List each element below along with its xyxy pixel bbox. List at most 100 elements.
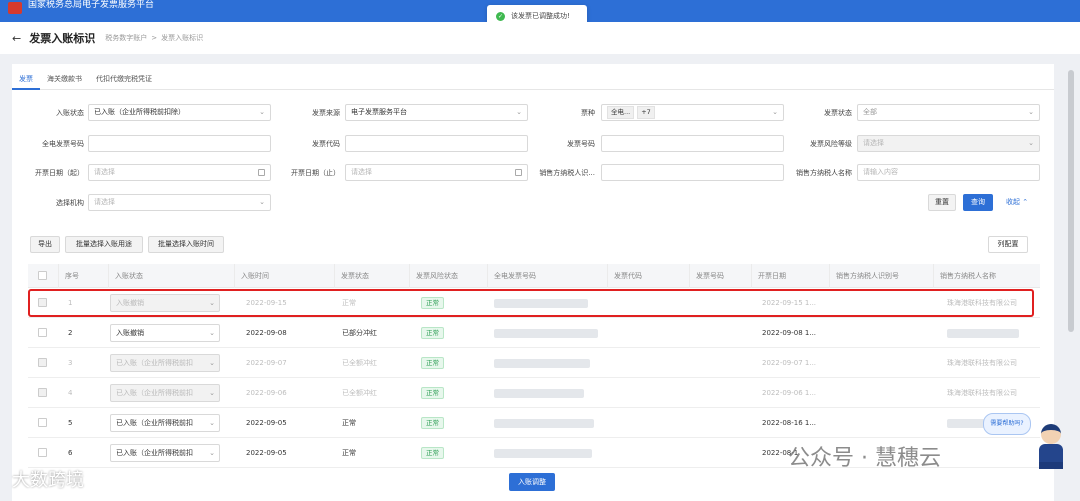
scrollbar-thumb[interactable] bbox=[1068, 70, 1074, 332]
tax-logo-icon bbox=[8, 2, 22, 14]
row-no: 2 bbox=[68, 329, 73, 337]
column-config-button[interactable]: 列配置 bbox=[988, 236, 1028, 253]
invoice-kind-select[interactable]: 全电... +7 ⌄ bbox=[601, 104, 784, 121]
seller-id-label: 销售方纳税人识... bbox=[539, 169, 595, 177]
query-button[interactable]: 查询 bbox=[963, 194, 993, 211]
vertical-scrollbar[interactable] bbox=[1066, 64, 1076, 501]
seller-name: 珠海港联科技有限公司 bbox=[947, 389, 1017, 397]
date-end-picker[interactable]: 请选择 bbox=[345, 164, 528, 181]
tab-customs-payment[interactable]: 海关缴款书 bbox=[40, 68, 89, 90]
risk-badge: 正常 bbox=[421, 387, 444, 399]
row-no: 5 bbox=[68, 419, 73, 427]
tab-bar: 发票 海关缴款书 代扣代缴完税凭证 bbox=[12, 68, 1054, 90]
entry-status-value: 已入账（企业所得税前扣 bbox=[116, 389, 193, 397]
seller-name-input[interactable]: 请输入内容 bbox=[857, 164, 1040, 181]
entry-time: 2022-09-05 bbox=[246, 419, 287, 427]
column-header: 发票代码 bbox=[607, 264, 689, 288]
column-header: 销售方纳税人名称 bbox=[933, 264, 1040, 288]
invoice-no-input[interactable] bbox=[601, 135, 784, 152]
invoice-source-select[interactable]: 电子发票服务平台 ⌄ bbox=[345, 104, 528, 121]
breadcrumb-separator: > bbox=[151, 34, 158, 42]
date-start-picker[interactable]: 请选择 bbox=[88, 164, 271, 181]
table-row[interactable]: 2 入账撤销 ⌄ 2022-09-08 已部分冲红 正常 2022-09-08 1… bbox=[28, 318, 1040, 348]
batch-entry-time-button[interactable]: 批量选择入账时间 bbox=[148, 236, 224, 253]
reset-button[interactable]: 重置 bbox=[928, 194, 956, 211]
entry-status-value: 已入账（企业所得税前扣除） bbox=[94, 108, 185, 116]
entry-adjust-button[interactable]: 入账调整 bbox=[509, 473, 555, 491]
collapse-link[interactable]: 收起 ⌃ bbox=[1006, 197, 1028, 207]
row-checkbox[interactable] bbox=[38, 418, 47, 427]
entry-status-select[interactable]: 已入账（企业所得税前扣 ⌄ bbox=[110, 444, 220, 462]
main-panel: 发票 海关缴款书 代扣代缴完税凭证 入账状态 已入账（企业所得税前扣除） ⌄ 发票… bbox=[12, 64, 1054, 501]
column-header: 销售方纳税人识别号 bbox=[829, 264, 933, 288]
seller-id-input[interactable] bbox=[601, 164, 784, 181]
invoice-status: 正常 bbox=[342, 419, 356, 427]
table-row[interactable]: 3 已入账（企业所得税前扣 ⌄ 2022-09-07 已全额冲红 正常 2022-… bbox=[28, 348, 1040, 378]
entry-status-select[interactable]: 入账撤销 ⌄ bbox=[110, 324, 220, 342]
breadcrumb-item: 发票入账标识 bbox=[161, 34, 204, 42]
row-checkbox[interactable] bbox=[38, 328, 47, 337]
column-header: 开票日期 bbox=[751, 264, 829, 288]
chevron-down-icon: ⌄ bbox=[1028, 108, 1034, 116]
invoice-code-input[interactable] bbox=[345, 135, 528, 152]
risk-level-label: 发票风险等级 bbox=[810, 140, 852, 148]
entry-status-label: 入账状态 bbox=[56, 109, 84, 117]
issue-date: 2022-09-08 1... bbox=[762, 329, 817, 337]
assistant-mascot-icon[interactable] bbox=[1036, 422, 1066, 469]
invoice-source-value: 电子发票服务平台 bbox=[351, 108, 407, 116]
masked-invoice-number bbox=[494, 419, 594, 428]
risk-level-placeholder: 请选择 bbox=[863, 139, 884, 147]
select-all-checkbox[interactable] bbox=[38, 271, 47, 280]
column-header: 入账时间 bbox=[234, 264, 334, 288]
org-select[interactable]: 请选择 ⌄ bbox=[88, 194, 271, 211]
entry-status-select[interactable]: 已入账（企业所得税前扣 ⌄ bbox=[110, 384, 220, 402]
row-checkbox[interactable] bbox=[38, 448, 47, 457]
chevron-down-icon: ⌄ bbox=[259, 198, 265, 206]
invoice-kind-more: +7 bbox=[637, 106, 655, 119]
tab-withholding-certificate[interactable]: 代扣代缴完税凭证 bbox=[89, 68, 159, 90]
org-placeholder: 请选择 bbox=[94, 198, 115, 206]
entry-status-select[interactable]: 已入账（企业所得税前扣 ⌄ bbox=[110, 354, 220, 372]
risk-level-select[interactable]: 请选择 ⌄ bbox=[857, 135, 1040, 152]
breadcrumb-item[interactable]: 税务数字账户 bbox=[105, 34, 147, 42]
invoice-status: 正常 bbox=[342, 449, 356, 457]
table-row[interactable]: 4 已入账（企业所得税前扣 ⌄ 2022-09-06 已全额冲红 正常 2022-… bbox=[28, 378, 1040, 408]
row-checkbox[interactable] bbox=[38, 358, 47, 367]
chevron-down-icon: ⌄ bbox=[1028, 139, 1034, 147]
entry-time: 2022-09-08 bbox=[246, 329, 287, 337]
breadcrumb: 税务数字账户 > 发票入账标识 bbox=[105, 33, 203, 43]
table-row[interactable]: 5 已入账（企业所得税前扣 ⌄ 2022-09-05 正常 正常 2022-08-… bbox=[28, 408, 1040, 438]
risk-badge: 正常 bbox=[421, 417, 444, 429]
full-elec-no-input[interactable] bbox=[88, 135, 271, 152]
seller-name: 珠海港联科技有限公司 bbox=[947, 359, 1017, 367]
export-button[interactable]: 导出 bbox=[30, 236, 60, 253]
invoice-kind-chip[interactable]: 全电... bbox=[607, 106, 635, 119]
mascot-tag bbox=[1039, 462, 1063, 469]
batch-entry-use-button[interactable]: 批量选择入账用途 bbox=[65, 236, 143, 253]
toast-message: 该发票已调整成功! bbox=[511, 12, 570, 20]
invoice-status-select[interactable]: 全部 ⌄ bbox=[857, 104, 1040, 121]
help-bubble[interactable]: 需要帮助吗? bbox=[983, 413, 1031, 435]
back-arrow-icon[interactable]: ← bbox=[12, 32, 21, 45]
tab-invoice[interactable]: 发票 bbox=[12, 68, 40, 90]
chevron-down-icon: ⌄ bbox=[209, 389, 215, 397]
row-no: 3 bbox=[68, 359, 73, 367]
org-label: 选择机构 bbox=[56, 199, 84, 207]
check-circle-icon: ✓ bbox=[496, 11, 505, 21]
risk-badge: 正常 bbox=[421, 357, 444, 369]
chevron-down-icon: ⌄ bbox=[209, 359, 215, 367]
risk-badge: 正常 bbox=[421, 447, 444, 459]
column-header: 发票状态 bbox=[334, 264, 409, 288]
masked-invoice-number bbox=[494, 449, 592, 458]
entry-status-select[interactable]: 已入账（企业所得税前扣 ⌄ bbox=[110, 414, 220, 432]
chevron-down-icon: ⌄ bbox=[209, 449, 215, 457]
collapse-label: 收起 bbox=[1006, 198, 1020, 206]
date-start-label: 开票日期（起） bbox=[35, 169, 84, 177]
entry-status-select[interactable]: 已入账（企业所得税前扣除） ⌄ bbox=[88, 104, 271, 121]
invoice-status-label: 发票状态 bbox=[824, 109, 852, 117]
row-checkbox[interactable] bbox=[38, 388, 47, 397]
date-end-label: 开票日期（止） bbox=[291, 169, 340, 177]
page-title: 发票入账标识 bbox=[29, 32, 96, 45]
page-header: ← 发票入账标识 税务数字账户 > 发票入账标识 bbox=[0, 22, 1080, 54]
risk-badge: 正常 bbox=[421, 327, 444, 339]
